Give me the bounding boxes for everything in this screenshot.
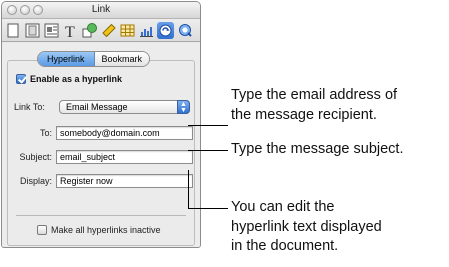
- window-title: Link: [91, 4, 111, 15]
- graphic-icon[interactable]: [81, 22, 98, 39]
- to-callout-line2: the message recipient.: [231, 106, 377, 123]
- display-callout-text: You can edit the hyperlink text displaye…: [231, 198, 382, 257]
- table-icon[interactable]: [119, 22, 136, 39]
- layout-icon[interactable]: [24, 22, 41, 39]
- enable-hyperlink-label: Enable as a hyperlink: [30, 74, 123, 84]
- tab-hyperlink[interactable]: Hyperlink: [38, 52, 95, 66]
- title-bar: Link: [2, 2, 200, 19]
- to-callout-line: [188, 125, 228, 126]
- hyperlink-bookmark-tabs: Hyperlink Bookmark: [37, 51, 151, 67]
- display-callout-line3: in the document.: [231, 238, 339, 254]
- to-callout-line1: Type the email address of: [231, 87, 398, 103]
- display-label: Display:: [19, 176, 52, 186]
- text-icon[interactable]: T: [62, 22, 79, 39]
- metrics-icon[interactable]: [100, 22, 117, 39]
- enable-hyperlink-checkbox[interactable]: [16, 74, 26, 84]
- subject-field[interactable]: email_subject: [56, 150, 193, 164]
- display-callout-line1: You can edit the: [231, 199, 335, 215]
- wrap-icon[interactable]: [43, 22, 60, 39]
- link-inspector-window: Link T Enable as a hyperlink Link To: Em…: [1, 1, 201, 248]
- to-callout-text: Type the email address of the message re…: [231, 86, 397, 125]
- subject-callout-line: [188, 150, 228, 151]
- svg-text:T: T: [65, 24, 75, 39]
- display-callout-line: [188, 208, 228, 209]
- separator: [16, 215, 186, 216]
- hyperlink-icon[interactable]: [157, 22, 174, 39]
- display-callout-line2: hyperlink text displayed: [231, 218, 382, 235]
- to-label: To:: [39, 128, 52, 138]
- display-callout-vline: [188, 170, 189, 208]
- inspector-toolbar: T: [2, 19, 200, 42]
- subject-callout-text: Type the message subject.: [231, 141, 404, 157]
- inactive-hyperlinks-label: Make all hyperlinks inactive: [51, 225, 161, 235]
- to-field[interactable]: somebody@domain.com: [56, 126, 193, 140]
- quicktime-icon[interactable]: [177, 22, 194, 39]
- link-to-label: Link To:: [14, 102, 45, 112]
- inspector-content: Enable as a hyperlink Link To: Email Mes…: [2, 43, 200, 247]
- select-arrows-icon: ▲ ▼: [177, 100, 190, 114]
- hyperlink-panel: Enable as a hyperlink Link To: Email Mes…: [7, 60, 195, 246]
- link-to-select[interactable]: Email Message ▲ ▼: [59, 100, 190, 114]
- subject-label: Subject:: [19, 152, 52, 162]
- inactive-hyperlinks-checkbox[interactable]: [37, 225, 47, 235]
- tab-bookmark[interactable]: Bookmark: [94, 52, 150, 66]
- chart-icon[interactable]: [138, 22, 155, 39]
- link-to-value: Email Message: [66, 102, 128, 112]
- display-field[interactable]: Register now: [56, 174, 193, 188]
- document-icon[interactable]: [5, 22, 22, 39]
